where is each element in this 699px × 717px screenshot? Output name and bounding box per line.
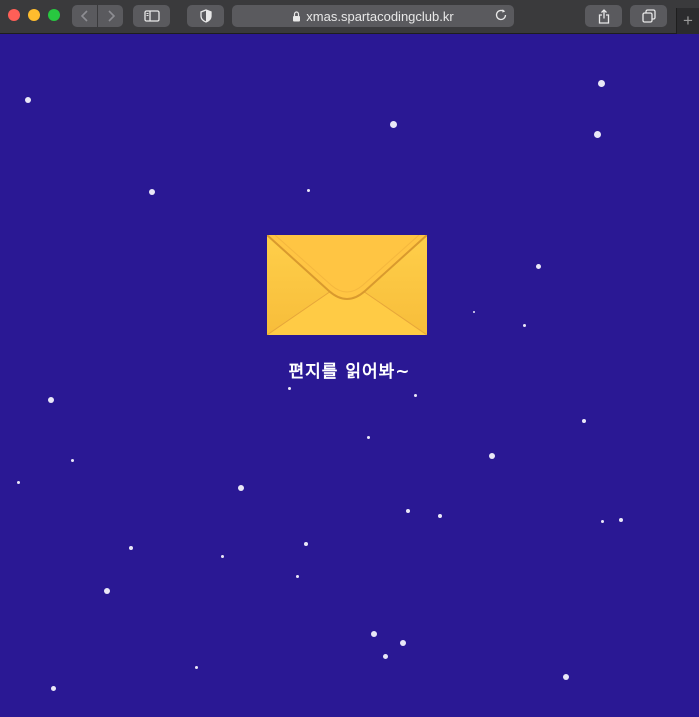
snowflake: [195, 666, 198, 669]
snowflake: [371, 631, 377, 637]
tab-overview-button[interactable]: [630, 5, 667, 27]
address-bar[interactable]: xmas.spartacodingclub.kr: [232, 5, 514, 27]
minimize-window-button[interactable]: [28, 9, 40, 21]
snowflake: [25, 97, 31, 103]
snowflake: [414, 394, 417, 397]
snowflake: [367, 436, 370, 439]
browser-toolbar: xmas.spartacodingclub.kr +: [0, 0, 699, 34]
snowflake: [48, 397, 54, 403]
snowflake: [104, 588, 110, 594]
back-button[interactable]: [72, 5, 97, 27]
snowflake: [390, 121, 397, 128]
sidebar-button[interactable]: [133, 5, 170, 27]
lock-icon: [292, 10, 301, 22]
snowflake: [536, 264, 541, 269]
snowflake: [438, 514, 442, 518]
snowflake: [129, 546, 133, 550]
snowflake: [307, 189, 310, 192]
snowflake: [594, 131, 601, 138]
snowflake: [601, 520, 604, 523]
share-icon: [598, 8, 609, 24]
snowflake: [296, 575, 299, 578]
share-button[interactable]: [585, 5, 622, 27]
snowflake: [221, 555, 224, 558]
tabs-overview-icon: [641, 9, 656, 23]
snowflake: [598, 80, 605, 87]
snowflake: [473, 311, 475, 313]
snowflake: [406, 509, 410, 513]
snowflake: [489, 453, 495, 459]
envelope-icon: [266, 234, 428, 336]
chevron-right-icon: [107, 10, 115, 22]
zoom-window-button[interactable]: [48, 9, 60, 21]
close-window-button[interactable]: [8, 9, 20, 21]
reload-icon[interactable]: [494, 8, 508, 22]
envelope-button[interactable]: [266, 234, 428, 336]
snowflake: [304, 542, 308, 546]
privacy-report-button[interactable]: [187, 5, 224, 27]
snowflake: [582, 419, 586, 423]
snowflake: [383, 654, 388, 659]
shield-icon: [199, 9, 212, 23]
page-content: 편지를 읽어봐~: [0, 35, 699, 717]
new-tab-button[interactable]: +: [676, 8, 699, 34]
snowflake: [71, 459, 74, 462]
chevron-left-icon: [80, 10, 88, 22]
snowflake: [17, 481, 20, 484]
forward-button[interactable]: [98, 5, 123, 27]
snowflake: [238, 485, 244, 491]
snowflake: [563, 674, 569, 680]
sidebar-icon: [143, 10, 160, 22]
snowflake: [400, 640, 406, 646]
snowflake: [51, 686, 56, 691]
snowflake: [523, 324, 526, 327]
url-text: xmas.spartacodingclub.kr: [306, 8, 454, 24]
snowflake: [288, 387, 291, 390]
snowflake: [619, 518, 623, 522]
snowflake: [149, 189, 155, 195]
read-letter-caption[interactable]: 편지를 읽어봐~: [0, 357, 699, 382]
